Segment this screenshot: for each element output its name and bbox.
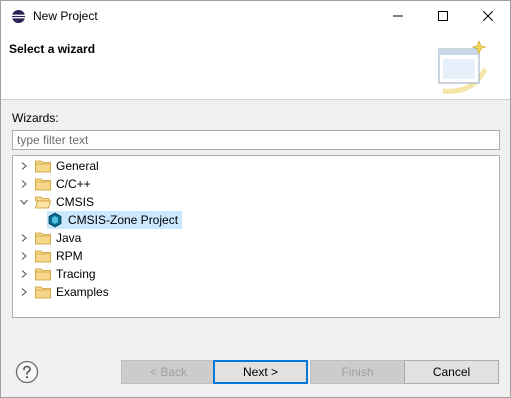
folder-icon (35, 160, 51, 173)
folder-icon (35, 268, 51, 281)
tree-item-tracing[interactable]: Tracing (19, 265, 96, 283)
folder-open-icon (35, 196, 51, 209)
title-bar[interactable]: New Project (1, 1, 510, 31)
maximize-button[interactable] (420, 1, 465, 31)
filter-input[interactable] (12, 130, 500, 150)
folder-icon (35, 286, 51, 299)
close-button[interactable] (465, 1, 510, 31)
chevron-right-icon[interactable] (19, 161, 29, 171)
folder-icon (35, 178, 51, 191)
banner-title: Select a wizard (9, 42, 96, 56)
maximize-icon (437, 11, 448, 21)
new-wizard-icon (438, 40, 488, 94)
tree-item-label: CMSIS (56, 195, 95, 209)
chevron-right-icon[interactable] (19, 251, 29, 261)
chevron-right-icon[interactable] (19, 179, 29, 189)
tree-item-cmsis-zone-project[interactable]: CMSIS-Zone Project (47, 211, 183, 229)
finish-button[interactable]: Finish (310, 360, 405, 384)
wizards-label: Wizards: (12, 111, 59, 125)
tree-item-label: General (56, 159, 99, 173)
tree-item-label: Examples (56, 285, 109, 299)
chevron-right-icon[interactable] (19, 233, 29, 243)
tree-item-general[interactable]: General (19, 157, 99, 175)
next-button[interactable]: Next > (213, 360, 308, 384)
tree-item-java[interactable]: Java (19, 229, 81, 247)
tree-item-label: CMSIS-Zone Project (68, 213, 179, 227)
tree-item-label: Java (56, 231, 82, 245)
chevron-right-icon[interactable] (19, 269, 29, 279)
minimize-icon (392, 15, 403, 17)
chevron-down-icon[interactable] (19, 197, 29, 207)
cmsis-zone-hexagon-icon (48, 212, 62, 228)
folder-icon (35, 250, 51, 263)
help-icon[interactable] (15, 360, 39, 384)
wizard-tree[interactable]: General C/C++ CMSIS CMSIS-Zone Project J… (12, 155, 500, 318)
tree-item-rpm[interactable]: RPM (19, 247, 83, 265)
tree-item-label: Tracing (56, 267, 96, 281)
tree-item-c-cpp[interactable]: C/C++ (19, 175, 91, 193)
new-project-dialog: New Project Select a wizard Wizards: Gen… (0, 0, 511, 398)
chevron-right-icon[interactable] (19, 287, 29, 297)
minimize-button[interactable] (375, 1, 420, 31)
wizard-banner: Select a wizard (1, 31, 510, 100)
close-icon (482, 11, 493, 21)
folder-icon (35, 232, 51, 245)
tree-item-examples[interactable]: Examples (19, 283, 109, 301)
window-title: New Project (33, 9, 98, 23)
back-button[interactable]: < Back (121, 360, 216, 384)
tree-item-label: RPM (56, 249, 83, 263)
tree-item-label: C/C++ (56, 177, 91, 191)
tree-item-cmsis[interactable]: CMSIS (19, 193, 94, 211)
cancel-button[interactable]: Cancel (404, 360, 499, 384)
eclipse-icon (11, 9, 26, 24)
